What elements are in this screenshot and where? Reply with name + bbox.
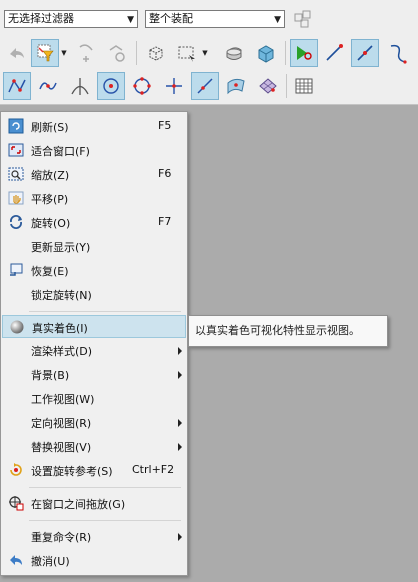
rotation-reference-icon [8, 462, 24, 478]
menu-item-drag-between-windows[interactable]: 在窗口之间拖放(G) [2, 492, 186, 515]
grid-icon[interactable] [290, 72, 318, 100]
menu-item-refresh[interactable]: 刷新(S) F5 [2, 115, 186, 138]
snap-end-point-icon[interactable] [290, 39, 318, 67]
select-all-icon[interactable] [141, 39, 169, 67]
snap-surface-patch-icon[interactable] [254, 72, 282, 100]
snap-control-point-icon[interactable] [3, 72, 31, 100]
menu-item-render-style[interactable]: 渲染样式(D) [2, 339, 186, 362]
snap-point-on-surface-icon[interactable] [222, 72, 250, 100]
snap-intersection-icon[interactable] [66, 72, 94, 100]
menu-item-label: 适合窗口(F) [31, 145, 90, 158]
selection-scope-select[interactable]: 整个装配 ▼ [145, 10, 285, 28]
menu-item-label: 工作视图(W) [31, 393, 95, 406]
refresh-icon [8, 118, 24, 134]
snap-end-of-line-icon[interactable] [320, 39, 348, 67]
snap-spline-icon[interactable] [34, 72, 62, 100]
submenu-arrow-icon [178, 347, 182, 355]
true-shading-sphere-icon [9, 319, 25, 335]
restore-view-icon [8, 262, 24, 278]
menu-item-label: 渲染样式(D) [31, 345, 93, 358]
chevron-down-icon[interactable]: ▼ [60, 39, 68, 67]
menu-item-label: 平移(P) [31, 193, 69, 206]
toolbar-separator [136, 41, 137, 65]
menu-item-label: 替换视图(V) [31, 441, 92, 454]
menu-item-label: 重复命令(R) [31, 531, 92, 544]
chevron-down-icon: ▼ [274, 15, 281, 25]
assembly-select-icon[interactable] [290, 6, 316, 32]
menu-item-background[interactable]: 背景(B) [2, 363, 186, 386]
menu-separator [29, 311, 181, 312]
snap-curve-icon[interactable] [384, 39, 412, 67]
toolbar-separator [286, 74, 287, 98]
menu-separator [29, 520, 181, 521]
menu-item-label: 旋转(O) [31, 217, 71, 230]
submenu-arrow-icon [178, 419, 182, 427]
toolbar-separator [285, 41, 286, 65]
chevron-down-icon: ▼ [127, 15, 134, 25]
snap-midpoint-icon[interactable] [351, 39, 379, 67]
submenu-arrow-icon [178, 371, 182, 379]
menu-item-shortcut: F5 [158, 119, 172, 132]
menu-item-shortcut: Ctrl+F2 [132, 463, 175, 476]
pan-hand-icon [8, 190, 24, 206]
menu-item-replace-view[interactable]: 替换视图(V) [2, 435, 186, 458]
toolbar: 无选择过滤器 ▼ 整个装配 ▼ ▼ ▼ [0, 0, 418, 105]
menu-item-label: 背景(B) [31, 369, 70, 382]
menu-item-label: 真实着色(I) [32, 322, 88, 335]
selection-filter-select[interactable]: 无选择过滤器 ▼ [4, 10, 138, 28]
type-filter-icon[interactable] [31, 39, 59, 67]
shaded-cube-icon[interactable] [252, 39, 280, 67]
menu-item-orient-view[interactable]: 定向视图(R) [2, 411, 186, 434]
shaded-part-icon[interactable] [220, 39, 248, 67]
snap-existing-point-icon[interactable] [160, 72, 188, 100]
view-context-menu: 刷新(S) F5 适合窗口(F) 缩放(Z) F6 平移(P) 旋转(O) F7… [0, 111, 188, 576]
menu-item-repeat-command[interactable]: 重复命令(R) [2, 525, 186, 548]
chevron-down-icon[interactable]: ▼ [201, 39, 209, 67]
menu-item-rotate[interactable]: 旋转(O) F7 [2, 211, 186, 234]
drag-windows-icon [8, 495, 24, 511]
rotate-icon [8, 214, 24, 230]
rectangle-select-icon[interactable] [172, 39, 200, 67]
menu-item-work-view[interactable]: 工作视图(W) [2, 387, 186, 410]
menu-item-label: 定向视图(R) [31, 417, 92, 430]
menu-item-zoom[interactable]: 缩放(Z) F6 [2, 163, 186, 186]
menu-item-label: 在窗口之间拖放(G) [31, 498, 126, 511]
menu-item-label: 缩放(Z) [31, 169, 70, 182]
snap-point-settings-icon[interactable] [103, 39, 131, 67]
menu-item-label: 锁定旋转(N) [31, 289, 92, 302]
menu-item-pan[interactable]: 平移(P) [2, 187, 186, 210]
menu-separator [29, 487, 181, 488]
selection-filter-value: 无选择过滤器 [8, 12, 74, 25]
zoom-icon [8, 166, 24, 182]
true-shading-tooltip: 以真实着色可视化特性显示视图。 [188, 315, 388, 347]
selection-scope-value: 整个装配 [149, 12, 193, 25]
menu-item-undo[interactable]: 撤消(U) [2, 549, 186, 572]
snap-arc-center-icon[interactable] [97, 72, 125, 100]
snap-point-on-curve-icon[interactable] [191, 72, 219, 100]
snap-quadrant-point-icon[interactable] [128, 72, 156, 100]
snap-point-icon[interactable] [72, 39, 100, 67]
menu-item-lock-rotation[interactable]: 锁定旋转(N) [2, 283, 186, 306]
menu-item-label: 设置旋转参考(S) [31, 465, 113, 478]
menu-item-fit-window[interactable]: 适合窗口(F) [2, 139, 186, 162]
menu-item-set-rotation-reference[interactable]: 设置旋转参考(S) Ctrl+F2 [2, 459, 186, 482]
undo-icon [8, 552, 24, 568]
menu-item-shortcut: F7 [158, 215, 172, 228]
fit-window-icon [8, 142, 24, 158]
menu-item-label: 恢复(E) [31, 265, 69, 278]
menu-item-true-shading[interactable]: 真实着色(I) [2, 315, 186, 338]
menu-item-label: 撤消(U) [31, 555, 70, 568]
menu-item-update-display[interactable]: 更新显示(Y) [2, 235, 186, 258]
undo-selection-icon[interactable] [3, 39, 31, 67]
submenu-arrow-icon [178, 533, 182, 541]
menu-item-shortcut: F6 [158, 167, 172, 180]
menu-item-restore[interactable]: 恢复(E) [2, 259, 186, 282]
menu-item-label: 更新显示(Y) [31, 241, 91, 254]
submenu-arrow-icon [178, 443, 182, 451]
menu-item-label: 刷新(S) [31, 121, 69, 134]
